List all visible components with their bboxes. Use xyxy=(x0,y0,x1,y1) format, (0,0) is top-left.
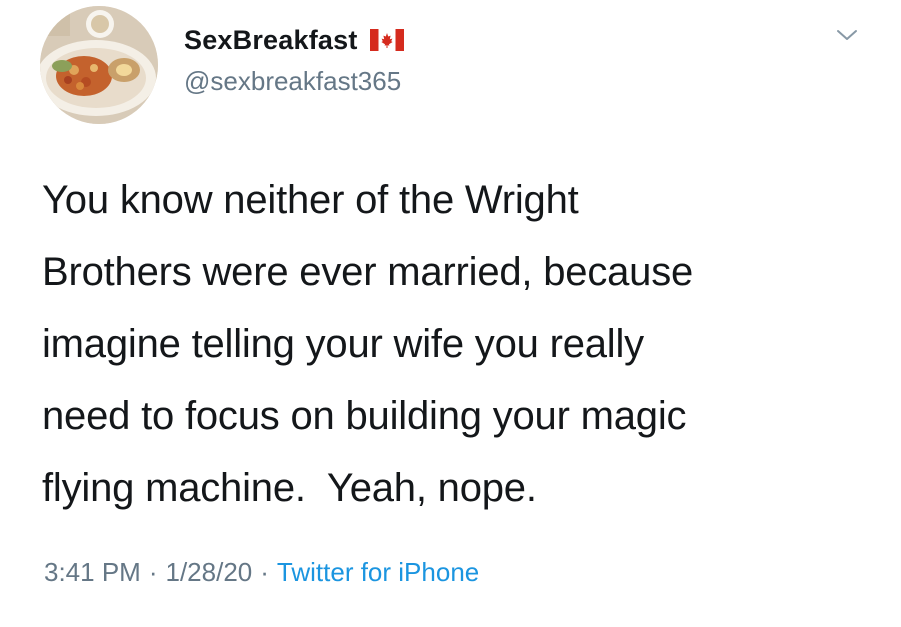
tweet-card: SexBreakfast @sexbreakfast365 You know n… xyxy=(0,0,901,627)
tweet-source-link[interactable]: Twitter for iPhone xyxy=(277,557,479,588)
tweet-date[interactable]: 1/28/20 xyxy=(166,557,253,588)
author-row: SexBreakfast xyxy=(184,22,404,58)
canada-flag-icon xyxy=(369,29,404,51)
separator: · xyxy=(148,557,158,587)
chevron-down-icon[interactable] xyxy=(835,26,859,44)
breakfast-plate-avatar xyxy=(40,6,158,124)
user-handle[interactable]: @sexbreakfast365 xyxy=(184,66,401,97)
separator: · xyxy=(260,557,269,587)
tweet-time[interactable]: 3:41 PM xyxy=(44,557,141,588)
tweet-text: You know neither of the Wright Brothers … xyxy=(42,178,694,510)
tweet-metadata: 3:41 PM · 1/28/20 · Twitter for iPhone xyxy=(44,557,479,588)
avatar[interactable] xyxy=(40,6,158,124)
display-name[interactable]: SexBreakfast xyxy=(184,25,358,56)
